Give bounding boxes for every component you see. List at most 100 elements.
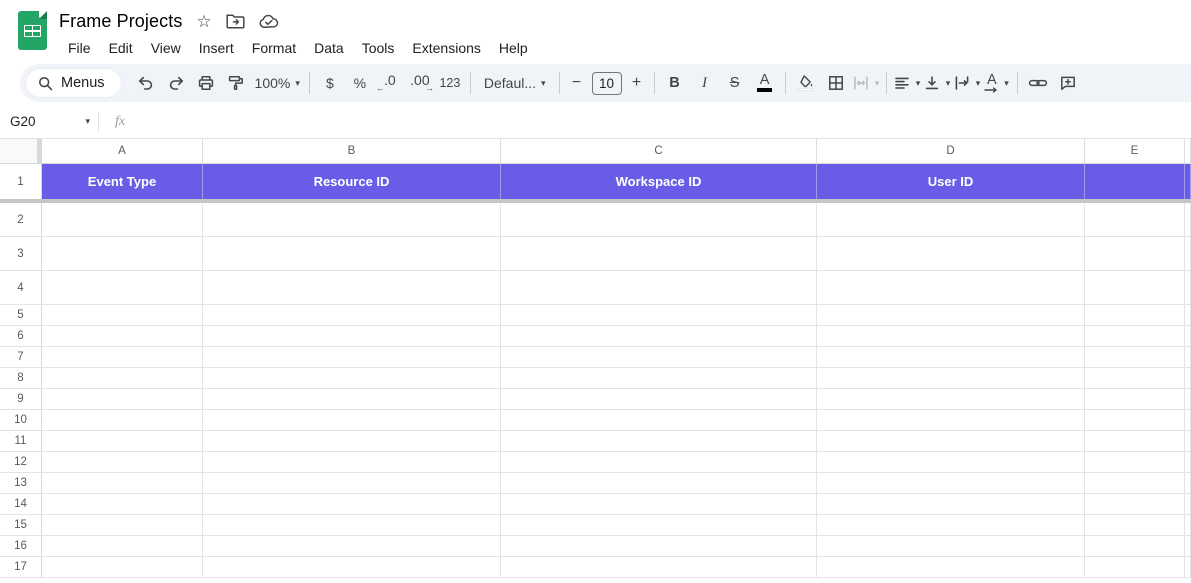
cell-d2[interactable]: [817, 203, 1085, 237]
cell-e2[interactable]: [1085, 203, 1185, 237]
cell-e4[interactable]: [1085, 271, 1185, 305]
menu-item-format[interactable]: Format: [243, 38, 305, 58]
zoom-dropdown[interactable]: 100% ▾: [251, 69, 304, 97]
strikethrough-button[interactable]: S: [720, 69, 750, 97]
increase-decimal-button[interactable]: .00 →: [405, 69, 435, 97]
menu-item-insert[interactable]: Insert: [190, 38, 243, 58]
cell-b3[interactable]: [203, 237, 501, 271]
cell-d17[interactable]: [817, 557, 1085, 578]
star-icon[interactable]: ☆: [196, 13, 211, 30]
bold-button[interactable]: B: [660, 69, 690, 97]
cell-a15[interactable]: [42, 515, 203, 536]
cell-a16[interactable]: [42, 536, 203, 557]
cell-c6[interactable]: [501, 326, 817, 347]
cell-f15[interactable]: [1185, 515, 1191, 536]
cell-b6[interactable]: [203, 326, 501, 347]
more-formats-button[interactable]: 123: [435, 69, 465, 97]
cell-a10[interactable]: [42, 410, 203, 431]
cell-a2[interactable]: [42, 203, 203, 237]
cell-b5[interactable]: [203, 305, 501, 326]
decrease-decimal-button[interactable]: .0 ←: [375, 69, 405, 97]
menu-item-help[interactable]: Help: [490, 38, 537, 58]
cell-f8[interactable]: [1185, 368, 1191, 389]
cell-f6[interactable]: [1185, 326, 1191, 347]
cell-e10[interactable]: [1085, 410, 1185, 431]
row-header-9[interactable]: 9: [0, 389, 42, 410]
cell-b8[interactable]: [203, 368, 501, 389]
cell-c16[interactable]: [501, 536, 817, 557]
column-header-c[interactable]: C: [501, 139, 817, 164]
select-all-corner[interactable]: [0, 139, 42, 164]
vertical-align-button[interactable]: ▾: [922, 69, 952, 97]
cell-d8[interactable]: [817, 368, 1085, 389]
cell-d14[interactable]: [817, 494, 1085, 515]
cell-e12[interactable]: [1085, 452, 1185, 473]
text-color-button[interactable]: A: [750, 69, 780, 97]
cell-c3[interactable]: [501, 237, 817, 271]
format-percent-button[interactable]: %: [345, 69, 375, 97]
cell-d12[interactable]: [817, 452, 1085, 473]
cell-d9[interactable]: [817, 389, 1085, 410]
cell-d13[interactable]: [817, 473, 1085, 494]
cell-d15[interactable]: [817, 515, 1085, 536]
cell-d10[interactable]: [817, 410, 1085, 431]
cell-a13[interactable]: [42, 473, 203, 494]
cell-f16[interactable]: [1185, 536, 1191, 557]
column-header-d[interactable]: D: [817, 139, 1085, 164]
cell-f3[interactable]: [1185, 237, 1191, 271]
cell-c9[interactable]: [501, 389, 817, 410]
cell-a11[interactable]: [42, 431, 203, 452]
column-header-a[interactable]: A: [42, 139, 203, 164]
print-button[interactable]: [191, 69, 221, 97]
cell-e13[interactable]: [1085, 473, 1185, 494]
menu-item-tools[interactable]: Tools: [353, 38, 404, 58]
row-header-11[interactable]: 11: [0, 431, 42, 452]
cell-b9[interactable]: [203, 389, 501, 410]
cell-f10[interactable]: [1185, 410, 1191, 431]
cell-a4[interactable]: [42, 271, 203, 305]
row-header-12[interactable]: 12: [0, 452, 42, 473]
cell-f11[interactable]: [1185, 431, 1191, 452]
move-to-folder-icon[interactable]: [226, 13, 245, 29]
cell-f14[interactable]: [1185, 494, 1191, 515]
cell-d6[interactable]: [817, 326, 1085, 347]
cell-d1[interactable]: User ID: [817, 164, 1085, 199]
cell-f1[interactable]: [1185, 164, 1191, 199]
cell-a14[interactable]: [42, 494, 203, 515]
row-header-5[interactable]: 5: [0, 305, 42, 326]
menu-item-view[interactable]: View: [142, 38, 190, 58]
cell-a3[interactable]: [42, 237, 203, 271]
cell-c7[interactable]: [501, 347, 817, 368]
cell-a12[interactable]: [42, 452, 203, 473]
borders-button[interactable]: [821, 69, 851, 97]
cell-a7[interactable]: [42, 347, 203, 368]
cell-b13[interactable]: [203, 473, 501, 494]
sheets-logo-icon[interactable]: [18, 11, 47, 50]
cell-b2[interactable]: [203, 203, 501, 237]
menu-item-file[interactable]: File: [59, 38, 100, 58]
cell-c11[interactable]: [501, 431, 817, 452]
row-header-2[interactable]: 2: [0, 203, 42, 237]
menu-item-extensions[interactable]: Extensions: [403, 38, 489, 58]
row-header-16[interactable]: 16: [0, 536, 42, 557]
cell-f7[interactable]: [1185, 347, 1191, 368]
cell-b1[interactable]: Resource ID: [203, 164, 501, 199]
font-size-input[interactable]: 10: [591, 71, 622, 95]
cell-f9[interactable]: [1185, 389, 1191, 410]
cell-f13[interactable]: [1185, 473, 1191, 494]
row-header-4[interactable]: 4: [0, 271, 42, 305]
cell-f4[interactable]: [1185, 271, 1191, 305]
italic-button[interactable]: I: [690, 69, 720, 97]
cloud-saved-icon[interactable]: [259, 14, 279, 29]
cell-b10[interactable]: [203, 410, 501, 431]
cell-e7[interactable]: [1085, 347, 1185, 368]
cell-e8[interactable]: [1085, 368, 1185, 389]
cell-d5[interactable]: [817, 305, 1085, 326]
cell-c8[interactable]: [501, 368, 817, 389]
document-title[interactable]: Frame Projects: [59, 11, 182, 32]
cell-e9[interactable]: [1085, 389, 1185, 410]
cell-d16[interactable]: [817, 536, 1085, 557]
cell-a1[interactable]: Event Type: [42, 164, 203, 199]
row-header-14[interactable]: 14: [0, 494, 42, 515]
column-header-clipped[interactable]: [1185, 139, 1191, 164]
